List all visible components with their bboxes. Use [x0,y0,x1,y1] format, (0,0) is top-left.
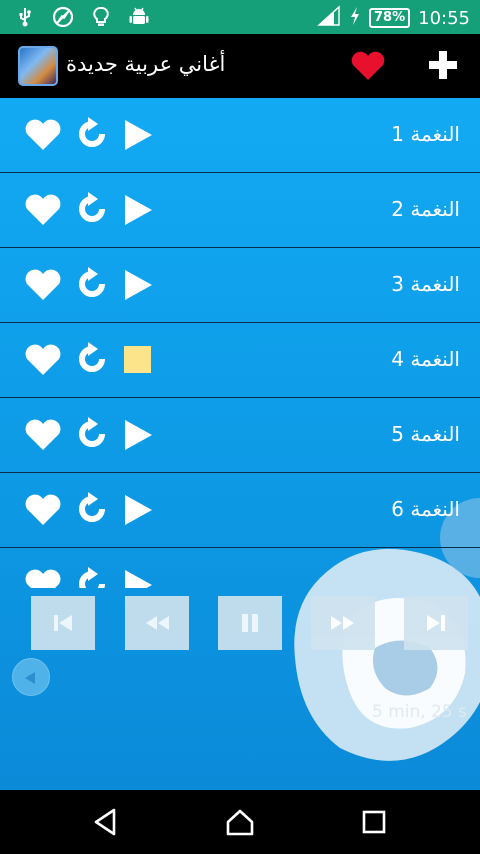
repeat-icon[interactable] [74,566,110,588]
heart-icon[interactable] [24,493,62,527]
repeat-icon[interactable] [74,341,110,377]
rewind-button[interactable] [125,596,189,650]
heart-icon[interactable] [24,343,62,377]
heart-icon[interactable] [24,118,62,152]
heart-icon[interactable] [24,418,62,452]
usb-icon [14,6,36,28]
track-row[interactable]: النغمة 2 [0,173,480,248]
track-title: النغمة 5 [391,422,460,446]
battery-icon: 78% [369,8,411,28]
track-title: النغمة 2 [391,197,460,221]
favorites-button[interactable] [350,51,386,81]
play-icon[interactable] [122,569,154,588]
track-row[interactable] [0,548,480,588]
app-title: أغاني عربية جديدة [66,52,226,76]
play-icon[interactable] [122,494,154,526]
heart-icon [351,51,385,80]
track-list: النغمة 1 النغمة 2 النغمة 3 النغمة 4 النغ… [0,98,480,588]
heart-icon[interactable] [24,268,62,302]
play-icon[interactable] [122,119,154,151]
heart-icon[interactable] [24,568,62,588]
play-icon[interactable] [122,269,154,301]
skip-next-button[interactable] [404,596,468,650]
track-title: النغمة 4 [391,347,460,371]
charging-icon [349,6,361,30]
track-row[interactable]: النغمة 1 [0,98,480,173]
status-bar: 78% 10:55 [0,0,480,34]
repeat-icon[interactable] [74,416,110,452]
app-bar: أغاني عربية جديدة [0,34,480,98]
duration-label: 5 min, 25 s [372,702,467,722]
stop-icon[interactable] [124,346,151,373]
pause-icon [242,614,258,632]
track-title: النغمة 1 [391,122,460,146]
skip-next-icon [427,615,445,631]
main-area: النغمة 1 النغمة 2 النغمة 3 النغمة 4 النغ… [0,98,480,790]
bulb-icon [90,6,112,28]
track-row[interactable]: النغمة 3 [0,248,480,323]
skip-previous-icon [54,615,72,631]
fast-forward-icon [331,616,354,630]
repeat-icon[interactable] [74,491,110,527]
no-image-icon [52,6,74,28]
recents-icon[interactable] [358,806,390,838]
android-icon [128,6,150,28]
app-logo [18,46,58,86]
repeat-icon[interactable] [74,116,110,152]
track-title: النغمة 6 [391,497,460,521]
track-row[interactable]: النغمة 6 [0,473,480,548]
skip-previous-button[interactable] [31,596,95,650]
pause-button[interactable] [218,596,282,650]
track-title: النغمة 3 [391,272,460,296]
back-icon[interactable] [90,806,122,838]
play-icon[interactable] [122,419,154,451]
rewind-icon [146,616,169,630]
home-icon[interactable] [224,806,256,838]
toggle-panel-button[interactable] [12,658,50,696]
add-button[interactable] [426,48,460,82]
track-row[interactable]: النغمة 5 [0,398,480,473]
play-icon[interactable] [122,194,154,226]
navigation-bar [0,790,480,854]
signal-icon [317,5,341,31]
plus-icon [429,51,457,79]
track-row[interactable]: النغمة 4 [0,323,480,398]
clock: 10:55 [418,7,470,29]
heart-icon[interactable] [24,193,62,227]
fast-forward-button[interactable] [311,596,375,650]
repeat-icon[interactable] [74,266,110,302]
player-controls [0,596,480,650]
repeat-icon[interactable] [74,191,110,227]
